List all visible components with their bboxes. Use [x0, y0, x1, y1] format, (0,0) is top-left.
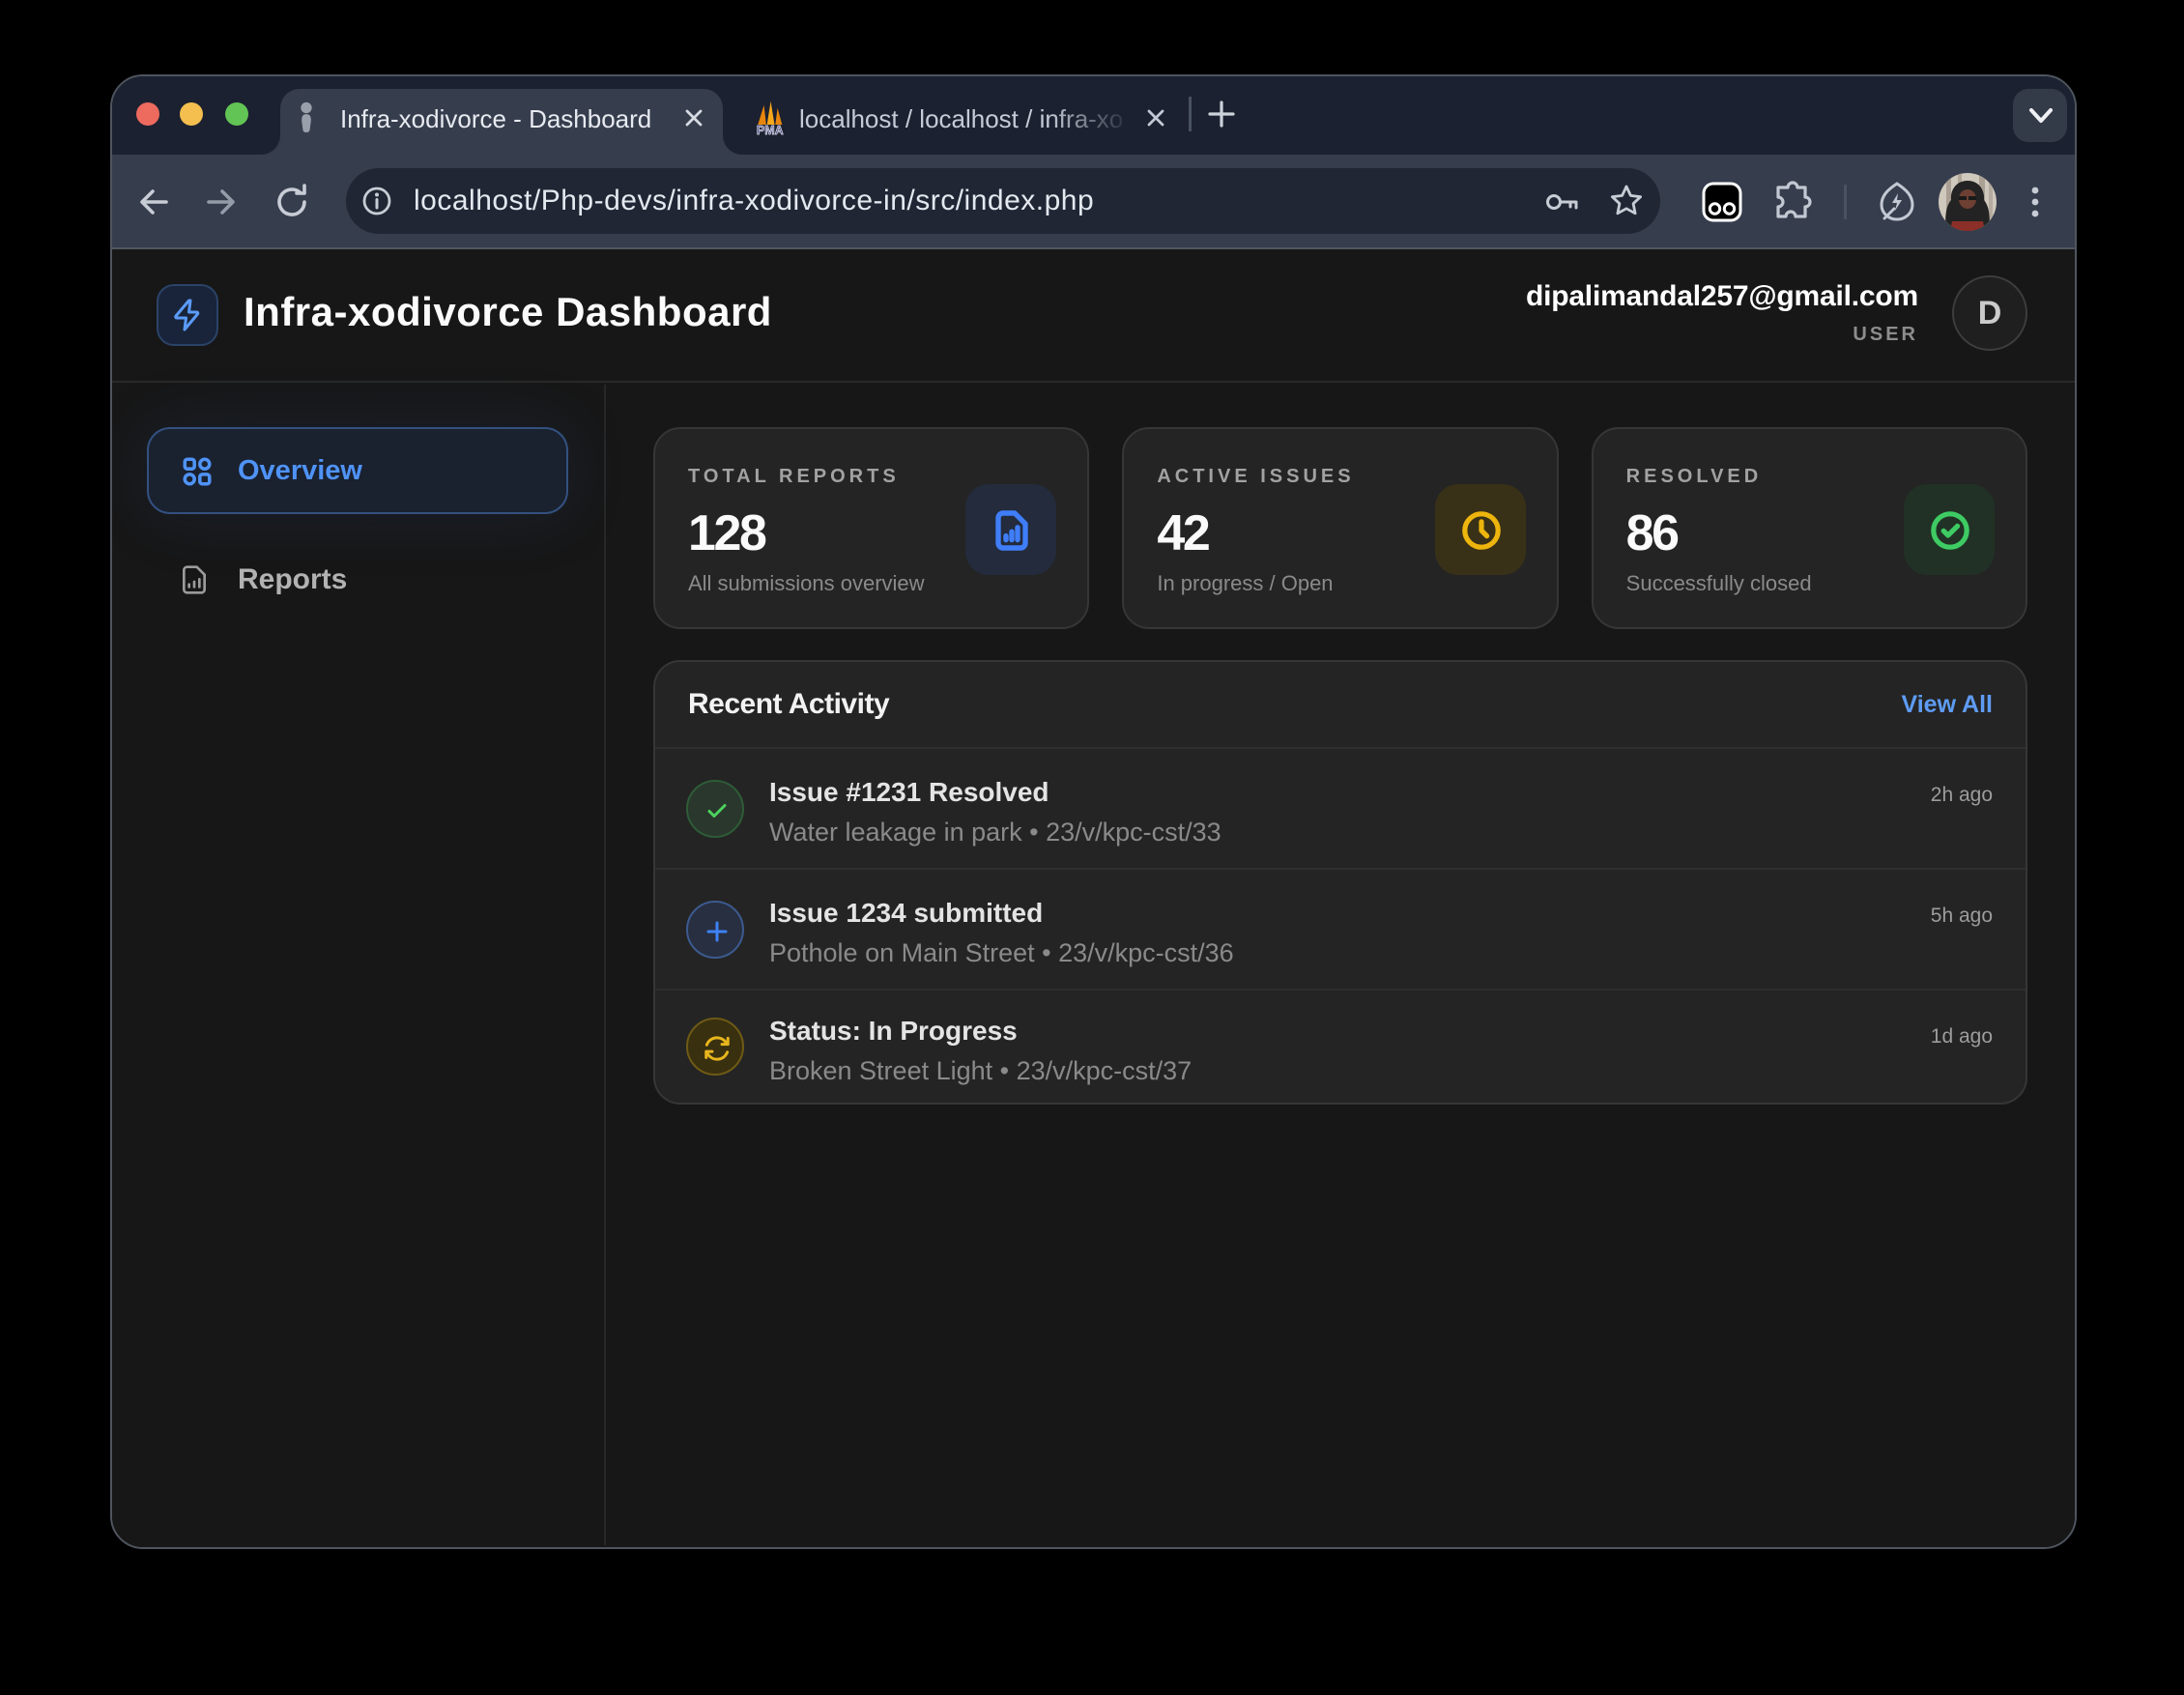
svg-text:PMA: PMA — [757, 124, 784, 135]
